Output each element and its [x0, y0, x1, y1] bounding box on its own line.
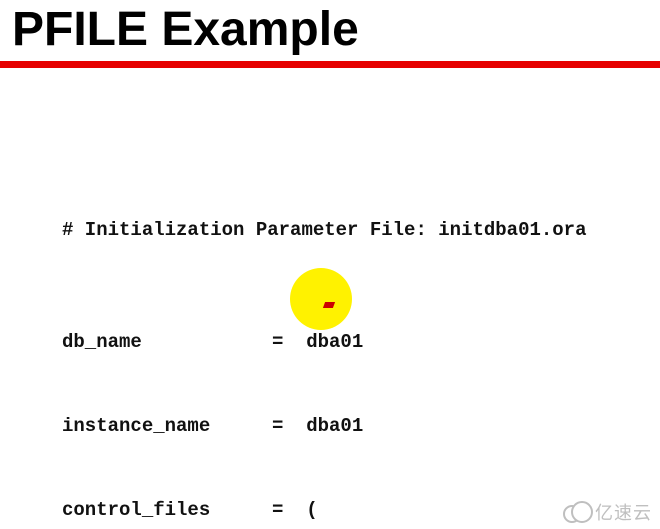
param-db-name: db_name= dba01	[62, 328, 660, 356]
val: (	[306, 496, 317, 524]
param-instance-name: instance_name= dba01	[62, 412, 660, 440]
key: instance_name	[62, 412, 272, 440]
slide-title: PFILE Example	[12, 2, 660, 57]
key: db_name	[62, 328, 272, 356]
eq: =	[272, 496, 306, 524]
title-rule	[0, 61, 660, 68]
eq: =	[272, 412, 306, 440]
comment-line: # Initialization Parameter File: initdba…	[62, 216, 660, 244]
param-control-files: control_files= (	[62, 496, 660, 524]
val: dba01	[306, 412, 363, 440]
eq: =	[272, 328, 306, 356]
val: dba01	[306, 328, 363, 356]
pfile-listing: # Initialization Parameter File: initdba…	[62, 76, 660, 529]
highlight-circle	[290, 268, 352, 330]
key: control_files	[62, 496, 272, 524]
